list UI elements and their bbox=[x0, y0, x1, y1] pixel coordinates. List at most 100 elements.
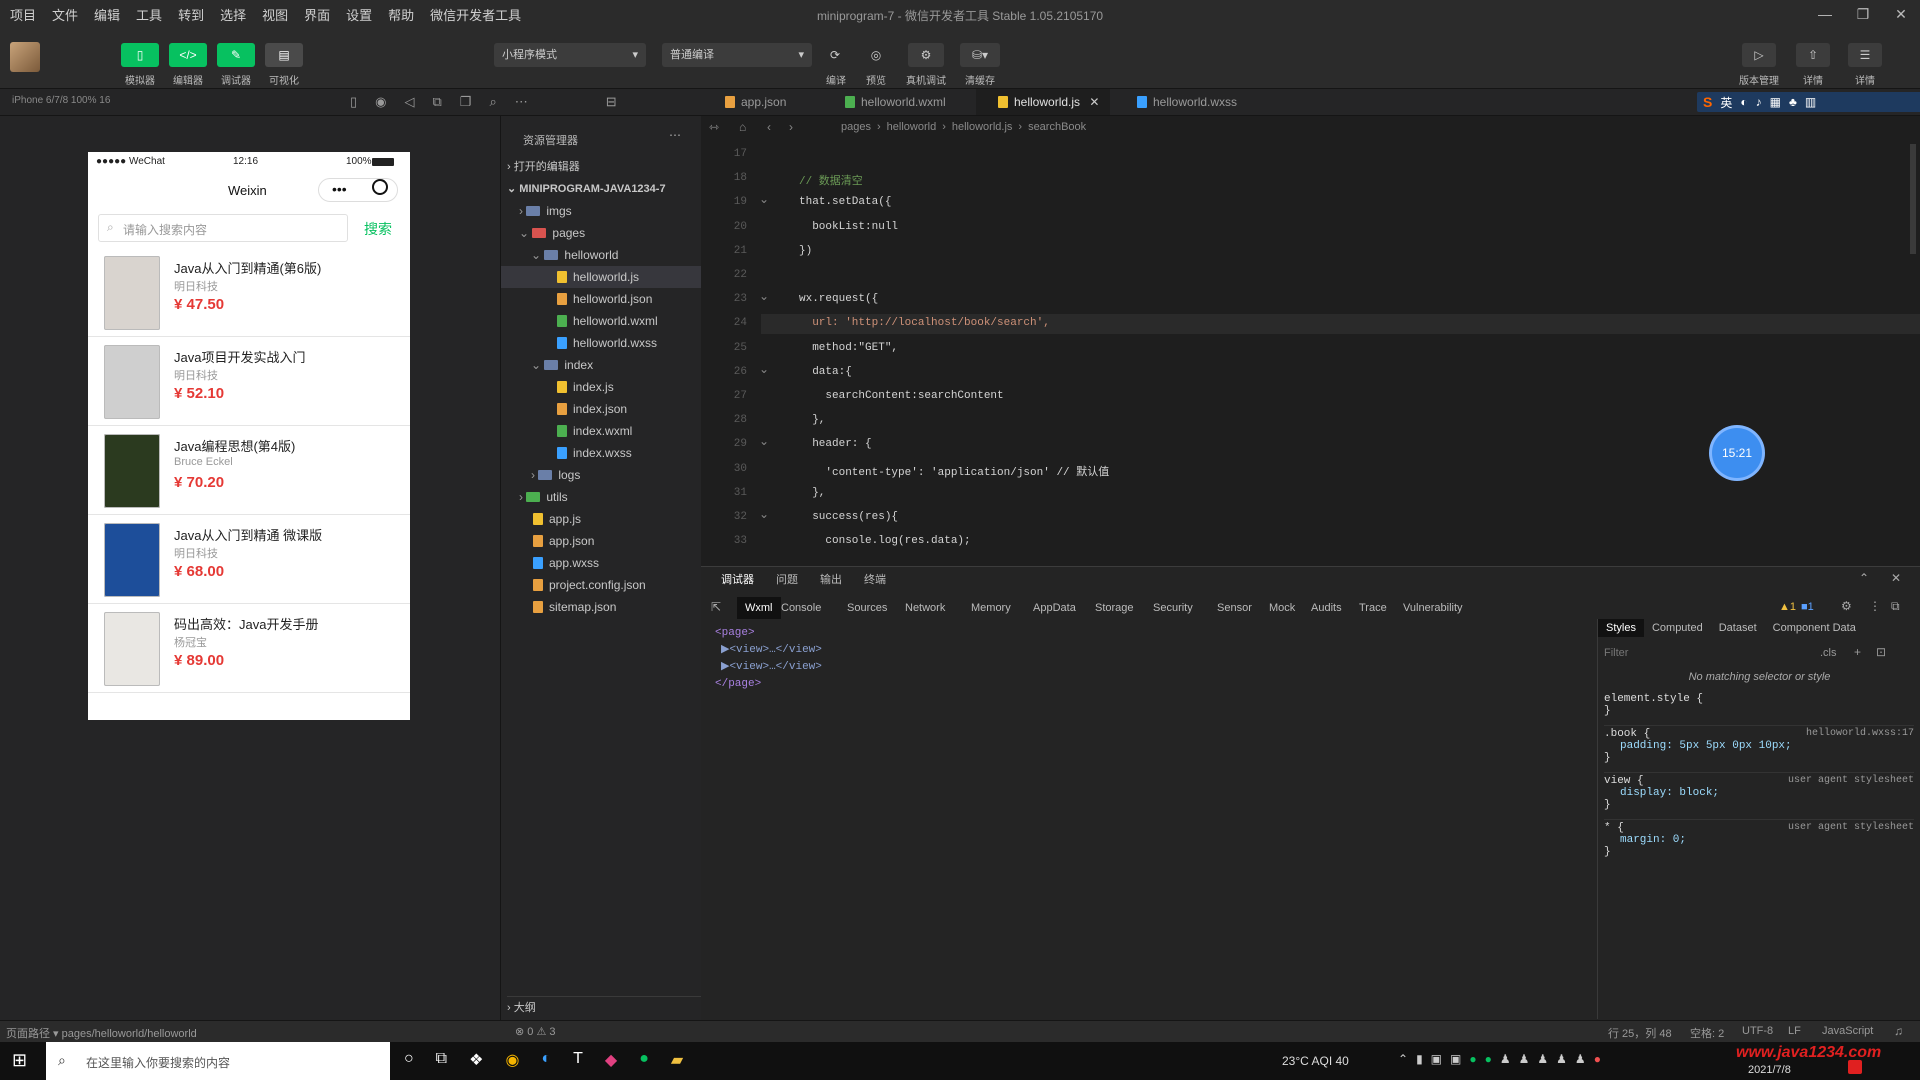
add-rule-icon[interactable]: + bbox=[1854, 645, 1861, 659]
capsule-more-icon[interactable]: ••• bbox=[332, 181, 347, 197]
search-button[interactable]: 搜索 bbox=[364, 219, 392, 239]
tree-item[interactable]: ⌄ helloworld bbox=[501, 244, 701, 266]
compile-mode-select[interactable]: 普通编译 ▾ bbox=[662, 43, 812, 67]
menu-item[interactable]: 视图 bbox=[262, 5, 288, 24]
devtools-tab-sensor[interactable]: Sensor bbox=[1217, 597, 1252, 619]
tab-helloworld-js[interactable]: helloworld.js ✕ bbox=[976, 89, 1110, 115]
fold-chevron-icon[interactable]: ⌄ bbox=[759, 507, 769, 521]
breadcrumb-item[interactable]: pages bbox=[841, 121, 871, 133]
notification-icon[interactable] bbox=[1848, 1060, 1862, 1074]
book-item[interactable]: Java项目开发实战入门 明日科技 ¥ 52.10 bbox=[88, 337, 410, 426]
menu-item[interactable]: 工具 bbox=[136, 5, 162, 24]
code-editor[interactable]: 17 18 // 数据清空 19 that.setData({20 bookList:n… bbox=[701, 140, 1920, 566]
book-item[interactable]: Java编程思想(第4版) Bruce Eckel ¥ 70.20 bbox=[88, 426, 410, 515]
cursor-position[interactable]: 行 25，列 48 bbox=[1608, 1025, 1672, 1041]
breadcrumb-item[interactable]: searchBook bbox=[1028, 121, 1086, 133]
idea-icon[interactable]: ◆ bbox=[605, 1050, 617, 1070]
open-editors-section[interactable]: › 打开的编辑器 bbox=[507, 156, 580, 178]
breadcrumb-item[interactable]: helloworld bbox=[887, 121, 937, 133]
tree-item[interactable]: index.wxss bbox=[501, 442, 701, 464]
visual-toggle-button[interactable]: ▤ bbox=[265, 43, 303, 67]
close-icon[interactable]: ✕ bbox=[1086, 95, 1099, 109]
dock-icon[interactable]: ⧉ bbox=[1891, 599, 1900, 614]
book-item[interactable]: Java从入门到精通 微课版 明日科技 ¥ 68.00 bbox=[88, 515, 410, 604]
ime-keyboard-icon[interactable]: ▦ bbox=[1770, 95, 1781, 109]
minimize-icon[interactable]: — bbox=[1806, 0, 1844, 28]
info-count[interactable]: ■1 bbox=[1801, 601, 1814, 613]
tray-app-icon[interactable]: ♟ bbox=[1519, 1052, 1530, 1066]
project-section[interactable]: ⌄ MINIPROGRAM-JAVA1234-7 bbox=[507, 178, 666, 200]
tray-app-icon[interactable]: ♟ bbox=[1500, 1052, 1511, 1066]
wxml-node[interactable]: ▶<view>…</view> bbox=[715, 642, 822, 659]
editor-scrollbar[interactable] bbox=[1910, 144, 1916, 254]
bookmark-icon[interactable]: ⌂ bbox=[739, 120, 746, 134]
volume-icon[interactable]: ◁ bbox=[405, 94, 415, 110]
cls-toggle[interactable]: .cls bbox=[1820, 647, 1837, 659]
ime-mode-icon[interactable]: 英 bbox=[1720, 94, 1732, 111]
menu-item[interactable]: 选择 bbox=[220, 5, 246, 24]
devtools-tab-trace[interactable]: Trace bbox=[1359, 597, 1387, 619]
ime-skin-icon[interactable]: ♣ bbox=[1789, 95, 1797, 109]
toggle-sidebar-icon[interactable]: ⊡ bbox=[1876, 645, 1886, 659]
tree-item[interactable]: helloworld.js bbox=[501, 266, 701, 288]
task-view-icon[interactable]: ⧉ bbox=[436, 1050, 447, 1070]
back-icon[interactable]: ‹ bbox=[767, 120, 771, 134]
panel-tab[interactable]: 输出 bbox=[820, 571, 842, 587]
upload-button[interactable]: ▷ bbox=[1742, 43, 1776, 67]
menu-item[interactable]: 界面 bbox=[304, 5, 330, 24]
menu-item[interactable]: 转到 bbox=[178, 5, 204, 24]
debugger-toggle-button[interactable]: ✎ bbox=[217, 43, 255, 67]
devtools-tab-wxml[interactable]: Wxml bbox=[737, 597, 781, 619]
breadcrumb-item[interactable]: helloworld.js bbox=[952, 121, 1013, 133]
rotate-icon[interactable]: ⧉ bbox=[433, 94, 442, 110]
devtools-tab-appdata[interactable]: AppData bbox=[1033, 597, 1076, 619]
rule-source[interactable]: user agent stylesheet bbox=[1788, 822, 1914, 833]
tray-app-icon[interactable]: ♟ bbox=[1575, 1052, 1586, 1066]
devtools-tab-memory[interactable]: Memory bbox=[971, 597, 1011, 619]
devtools-tab-sources[interactable]: Sources bbox=[847, 597, 887, 619]
real-debug-button[interactable]: ⚙ bbox=[908, 43, 944, 67]
chrome-icon[interactable]: ◉ bbox=[505, 1050, 519, 1070]
wxml-node[interactable]: </page> bbox=[715, 676, 822, 693]
eol[interactable]: LF bbox=[1788, 1025, 1801, 1037]
tree-item[interactable]: helloworld.wxml bbox=[501, 310, 701, 332]
rule-source[interactable]: helloworld.wxss:17 bbox=[1806, 728, 1914, 739]
windows-start-icon[interactable]: ⊞ bbox=[12, 1050, 27, 1071]
fold-chevron-icon[interactable]: ⌄ bbox=[759, 434, 769, 448]
tree-item[interactable]: › imgs bbox=[501, 200, 701, 222]
menu-item[interactable]: 设置 bbox=[346, 5, 372, 24]
taskbar-search-input[interactable]: ⌕ 在这里输入你要搜索的内容 bbox=[46, 1042, 390, 1080]
capsule-close-icon[interactable] bbox=[372, 179, 388, 195]
explorer-icon[interactable]: ▰ bbox=[671, 1050, 683, 1070]
collapse-icon[interactable]: ⌃ bbox=[1859, 571, 1869, 585]
editor-toggle-button[interactable]: </> bbox=[169, 43, 207, 67]
ime-mic-icon[interactable]: ♪ bbox=[1756, 95, 1762, 109]
version-button[interactable]: ⇧ bbox=[1796, 43, 1830, 67]
bell-icon[interactable]: ♫ bbox=[1894, 1024, 1903, 1038]
simulator-toggle-button[interactable]: ▯ bbox=[121, 43, 159, 67]
compile-button[interactable]: ⟳ bbox=[823, 43, 847, 67]
tray-app-icon[interactable]: ▣ bbox=[1431, 1052, 1442, 1066]
tree-item[interactable]: sitemap.json bbox=[501, 596, 701, 618]
tree-item[interactable]: ⌄ pages bbox=[501, 222, 701, 244]
outline-section[interactable]: › 大纲 bbox=[507, 996, 701, 1019]
typora-icon[interactable]: T bbox=[573, 1050, 583, 1070]
page-path[interactable]: 页面路径 ▾ pages/helloworld/helloworld bbox=[6, 1025, 197, 1041]
weather[interactable]: 23°C AQI 40 bbox=[1282, 1054, 1349, 1068]
tree-item[interactable]: helloworld.wxss bbox=[501, 332, 701, 354]
device-select[interactable]: iPhone 6/7/8 100% 16 bbox=[12, 95, 110, 106]
panel-tab[interactable]: 问题 bbox=[776, 571, 798, 587]
menu-item[interactable]: 项目 bbox=[10, 5, 36, 24]
files-icon[interactable]: ❐ bbox=[460, 94, 472, 110]
tab-app-json[interactable]: app.json bbox=[703, 89, 818, 115]
record-icon[interactable]: ◉ bbox=[375, 94, 386, 110]
kebab-icon[interactable]: ⋮ bbox=[1869, 599, 1881, 613]
wechat-devtools-icon[interactable]: ● bbox=[639, 1050, 649, 1070]
menu-item[interactable]: 微信开发者工具 bbox=[430, 5, 521, 24]
tray-expand-icon[interactable]: ⌃ bbox=[1398, 1052, 1408, 1066]
style-tab[interactable]: Styles bbox=[1598, 619, 1644, 637]
menu-item[interactable]: 编辑 bbox=[94, 5, 120, 24]
split-editor-icon[interactable]: ⇿ bbox=[709, 120, 719, 134]
fold-chevron-icon[interactable]: ⌄ bbox=[759, 362, 769, 376]
menu-item[interactable]: 帮助 bbox=[388, 5, 414, 24]
